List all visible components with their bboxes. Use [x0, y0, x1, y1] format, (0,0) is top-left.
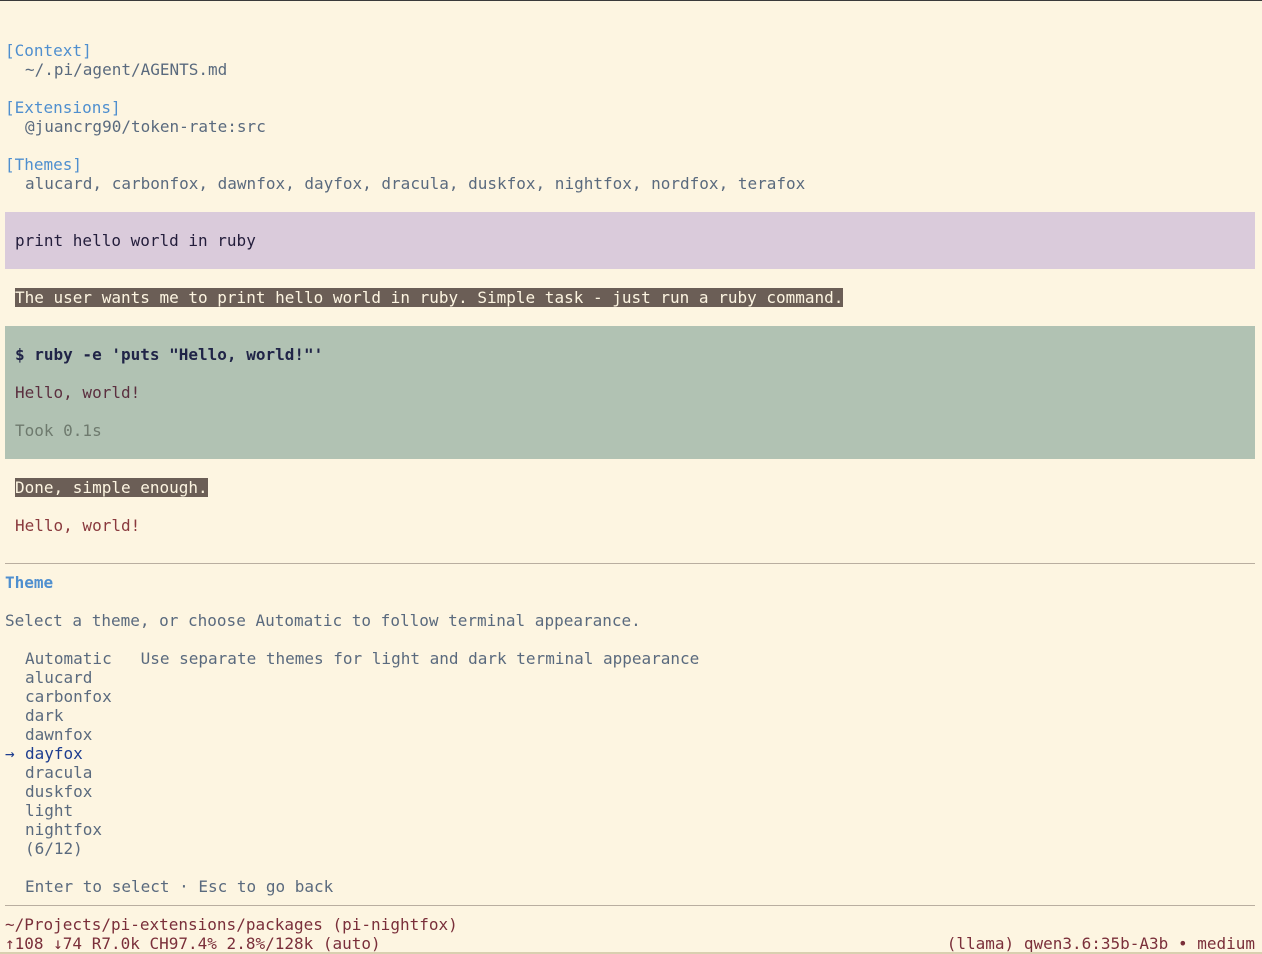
context-label: [Context]: [5, 41, 92, 60]
theme-option-dracula[interactable]: dracula: [25, 763, 92, 782]
theme-option-name: Automatic: [25, 649, 112, 668]
theme-option-nightfox[interactable]: nightfox: [25, 820, 102, 839]
theme-option-alucard[interactable]: alucard: [25, 668, 92, 687]
thinking-line-2: Done, simple enough.: [15, 478, 208, 497]
theme-picker-title: Theme: [5, 573, 54, 592]
theme-option-carbonfox[interactable]: carbonfox: [25, 687, 112, 706]
tool-command: $ ruby -e 'puts "Hello, world!"': [15, 345, 324, 364]
tool-duration: Took 0.1s: [15, 421, 102, 440]
extensions-value: @juancrg90/token-rate:src: [25, 117, 266, 136]
context-value: ~/.pi/agent/AGENTS.md: [25, 60, 228, 79]
model-indicator: (llama) qwen3.6:35b-A3b • medium: [946, 934, 1255, 953]
theme-option-counter: (6/12): [25, 839, 83, 858]
theme-option-light[interactable]: light: [25, 801, 73, 820]
thinking-text-2: Done, simple enough.: [15, 478, 208, 497]
themes-label: [Themes]: [5, 155, 83, 174]
theme-option-duskfox[interactable]: duskfox: [25, 782, 92, 801]
extensions-label: [Extensions]: [5, 98, 121, 117]
theme-picker-hint: Enter to select · Esc to go back: [25, 877, 334, 896]
divider: [5, 563, 1255, 564]
tool-output: Hello, world!: [15, 383, 141, 402]
thinking-text: The user wants me to print hello world i…: [15, 288, 844, 307]
window-top-border: [0, 0, 1262, 1]
theme-option-description: Use separate themes for light and dark t…: [140, 649, 700, 668]
selection-arrow-icon: →: [5, 744, 15, 763]
themes-value: alucard, carbonfox, dawnfox, dayfox, dra…: [25, 174, 806, 193]
theme-option-dayfox[interactable]: dayfox: [25, 744, 83, 763]
theme-option-automatic[interactable]: Automatic Use separate themes for light …: [25, 649, 699, 668]
theme-picker-description: Select a theme, or choose Automatic to f…: [5, 611, 641, 630]
token-stats: ↑108 ↓74 R7.0k CH97.4% 2.8%/128k (auto): [5, 934, 381, 953]
user-prompt: print hello world in ruby: [15, 231, 256, 250]
current-directory: ~/Projects/pi-extensions/packages (pi-ni…: [5, 915, 458, 934]
thinking-line: The user wants me to print hello world i…: [15, 288, 844, 307]
theme-option-dawnfox[interactable]: dawnfox: [25, 725, 92, 744]
assistant-response: Hello, world!: [15, 516, 141, 535]
footer-divider: [5, 905, 1255, 906]
theme-option-dark[interactable]: dark: [25, 706, 64, 725]
